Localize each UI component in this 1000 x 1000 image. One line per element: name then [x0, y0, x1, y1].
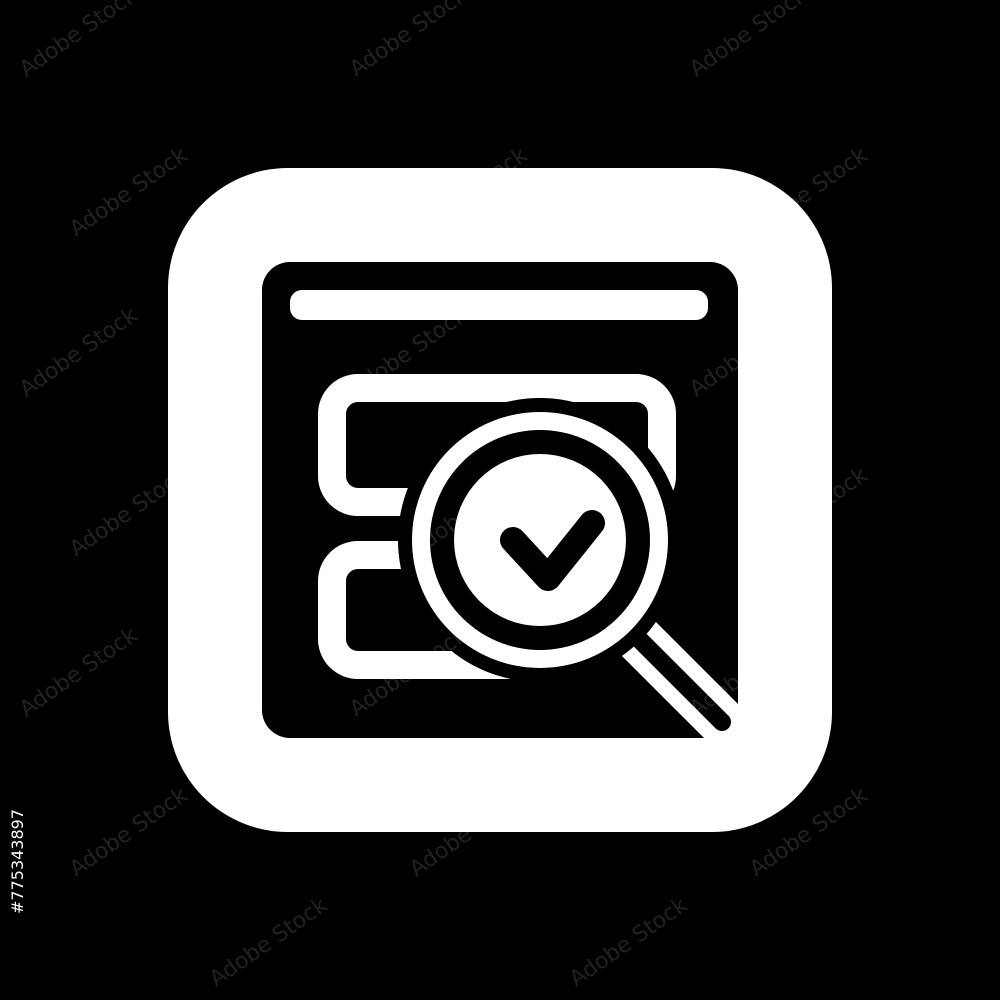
stock-id-text: #775343897	[8, 808, 27, 914]
canvas: Adobe Stock Adobe Stock Adobe Stock Adob…	[0, 0, 1000, 1000]
database-search-check-icon	[168, 168, 832, 832]
magnifier-lens	[454, 454, 626, 626]
window-title-bar	[290, 290, 708, 320]
stock-id-label: #775343897	[8, 764, 30, 914]
